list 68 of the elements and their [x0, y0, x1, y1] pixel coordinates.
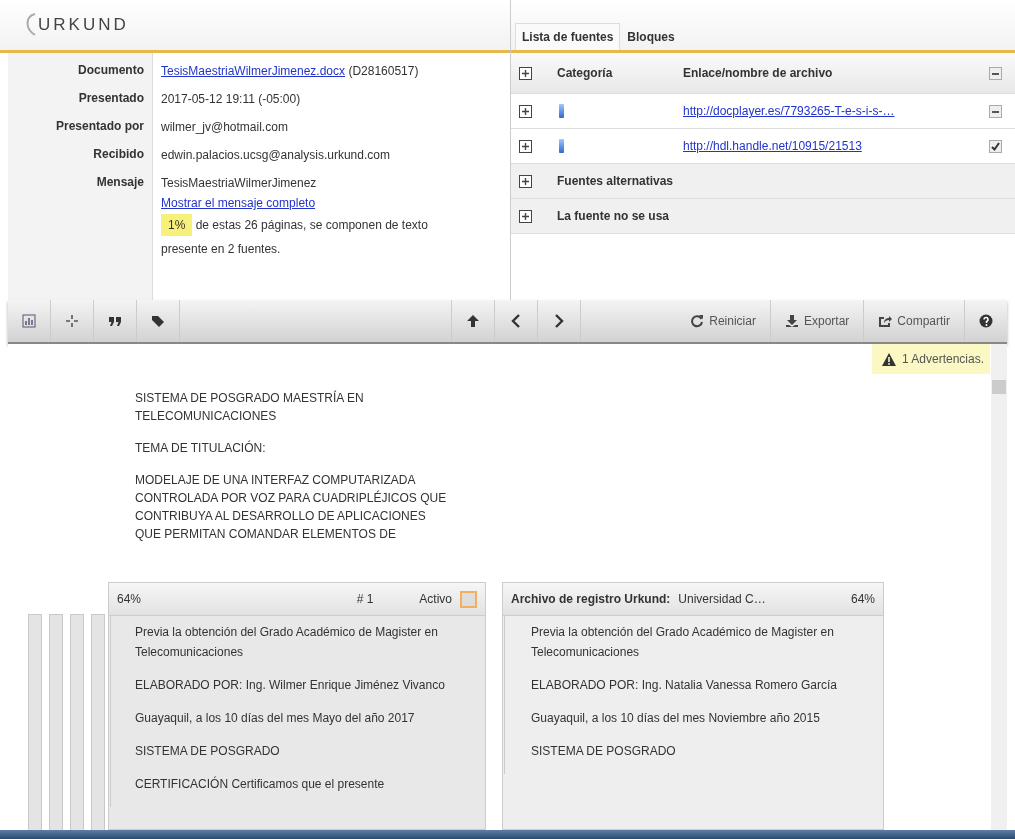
match-paragraph: Guayaquil, a los 10 días del mes Mayo del año 2017 [135, 710, 416, 727]
field-label: Documento [77, 62, 145, 79]
document-link[interactable]: TesisMaestriaWilmerJimenez.docx [161, 64, 346, 78]
summary-text: 1% de estas 26 páginas, se componen de texto presente en 2 fuentes. [161, 213, 470, 261]
column-header: Enlace/nombre de archivo [683, 66, 834, 80]
share-button[interactable]: Compartir [864, 300, 965, 342]
field-label: Presentado por [54, 118, 145, 135]
document-paragraph: SISTEMA DE POSGRADO MAESTRÍA EN TELECOMUNICACIONES [135, 389, 365, 425]
field-label: Mensaje [95, 174, 145, 191]
group-label: Fuentes alternativas [557, 174, 675, 188]
match-paragraph: SISTEMA DE POSGRADO [135, 743, 281, 760]
logo-text: URKUND [38, 15, 129, 35]
field-value: TesisMaestriaWilmerJimenez.docx (D28160517) [161, 64, 419, 78]
column-header: Categoría [557, 66, 614, 80]
field-value: edwin.palacios.ucsg@analysis.urkund.com [161, 148, 390, 162]
message-link[interactable]: Mostrar el mensaje completo [161, 196, 316, 210]
tab[interactable]: Lista de fuentes [515, 23, 621, 50]
download-icon [784, 314, 799, 328]
checkbox[interactable] [989, 104, 1002, 118]
arrow-up-icon [466, 314, 481, 328]
expand-icon[interactable] [519, 139, 532, 153]
field-value: TesisMaestriaWilmerJimenez Mostrar el mensaje completo [161, 175, 318, 212]
up-button[interactable] [451, 300, 496, 342]
warning-banner[interactable]: 1 Advertencias. [871, 344, 990, 374]
field-value: wilmer_jv@hotmail.com [161, 120, 288, 134]
quote-icon [108, 314, 122, 328]
match-paragraph: CERTIFICACIÓN Certificamos que el presente [135, 775, 386, 793]
match-paragraph: Guayaquil, a los 10 días del mes Noviembre año 2015 [531, 710, 821, 727]
match-percent: 64% [850, 592, 875, 606]
checkbox[interactable] [989, 139, 1002, 153]
warning-text: 1 Advertencias. [901, 352, 984, 366]
category-icon [559, 104, 564, 118]
expand-icon[interactable] [519, 209, 532, 223]
match-paragraph: ELABORADO POR: Ing. Wilmer Enrique Jiménez Vivanco [135, 677, 445, 694]
share-icon [878, 314, 893, 328]
active-checkbox[interactable] [460, 590, 477, 608]
download-button[interactable]: Exportar [770, 300, 865, 342]
field-value: 2017-05-12 19:11 (-05:00) [161, 92, 301, 106]
checkbox[interactable] [989, 66, 1002, 80]
tags-icon [151, 314, 165, 328]
source-link[interactable]: http://docplayer.es/7793265-T-e-s-i-s-… [683, 104, 989, 118]
match-paragraph: Previa la obtención del Grado Académico de Magister en Telecomunicaciones [531, 624, 835, 661]
chart-icon [22, 314, 36, 328]
tab[interactable]: Bloques [620, 23, 682, 50]
source-title: Archivo de registro Urkund: [511, 592, 671, 606]
field-label: Presentado [77, 90, 145, 107]
match-paragraph: Previa la obtención del Grado Académico de Magister en Telecomunicaciones [135, 624, 439, 661]
match-percent: 64% [117, 592, 142, 606]
match-number: # 1 [356, 592, 374, 606]
expand-icon[interactable] [519, 66, 532, 80]
document-paragraph: MODELAJE DE UNA INTERFAZ COMPUTARIZADA CONTROLADA POR VOZ PARA CUADRIPLÉJICOS QUE CONTRIBUYA AL DESARROLLO DE APLICACIONES QUE PERMITAN COMANDAR ELEMENTOS DE [135, 472, 448, 543]
field-label: Recibido [92, 146, 145, 163]
warning-icon [881, 352, 896, 366]
group-label: La fuente no se usa [557, 209, 671, 223]
document-paragraph: TEMA DE TITULACIÓN: [135, 439, 267, 457]
source-link[interactable]: http://hdl.handle.net/10915/21513 [683, 139, 989, 153]
crosshair-icon [65, 314, 79, 328]
expand-icon[interactable] [519, 104, 532, 118]
source-name: Universidad C… [678, 592, 766, 606]
help-icon [979, 314, 993, 328]
match-paragraph: SISTEMA DE POSGRADO [531, 743, 677, 760]
refresh-button[interactable]: Reiniciar [676, 300, 771, 342]
match-paragraph: ELABORADO POR: Ing. Natalia Vanessa Romero García [531, 677, 838, 694]
scrollbar[interactable] [991, 344, 1007, 830]
category-icon [559, 139, 564, 153]
active-label: Activo [419, 592, 452, 606]
expand-icon[interactable] [519, 174, 532, 188]
refresh-icon [690, 314, 705, 328]
